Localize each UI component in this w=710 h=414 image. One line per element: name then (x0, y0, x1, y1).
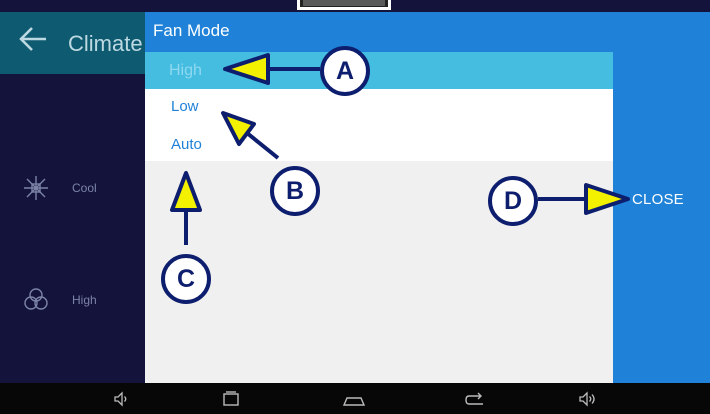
arrow-c-head (170, 171, 202, 212)
arrow-b-head (221, 111, 256, 146)
callout-b: B (270, 166, 320, 216)
arrow-a-head (223, 53, 270, 85)
callout-a: A (320, 46, 370, 96)
callout-d: D (488, 176, 538, 226)
arrow-d-head (584, 183, 630, 215)
callout-c: C (161, 254, 211, 304)
